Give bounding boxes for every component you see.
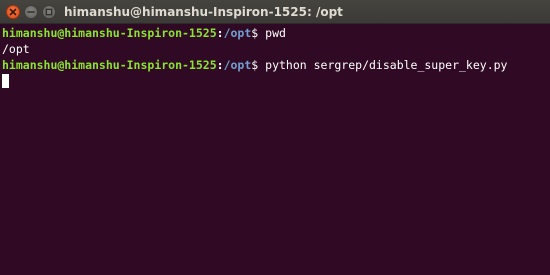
prompt-separator: : [216,58,224,72]
command-text: python sergrep/disable_super_key.py [265,58,508,72]
minimize-icon [27,11,35,13]
maximize-button[interactable] [42,5,56,19]
prompt-user-host: himanshu@himanshu-Inspiron-1525 [2,26,217,40]
terminal-output[interactable]: himanshu@himanshu-Inspiron-1525:/opt$ pw… [0,24,550,275]
terminal-line: himanshu@himanshu-Inspiron-1525:/opt$ pw… [2,25,548,41]
terminal-line: himanshu@himanshu-Inspiron-1525:/opt$ py… [2,57,548,73]
text-cursor [2,74,9,88]
close-button[interactable] [6,5,20,19]
window-title: himanshu@himanshu-Inspiron-1525: /opt [64,5,343,19]
maximize-icon [45,8,53,16]
command-output: /opt [2,42,30,56]
prompt-separator: : [216,26,224,40]
close-icon [9,8,17,16]
prompt-path: /opt [223,58,252,72]
terminal-line [2,73,548,89]
prompt-user-host: himanshu@himanshu-Inspiron-1525 [2,58,217,72]
title-bar[interactable]: himanshu@himanshu-Inspiron-1525: /opt [0,0,550,24]
minimize-button[interactable] [24,5,38,19]
prompt-symbol: $ [251,58,266,72]
terminal-line: /opt [2,41,548,57]
prompt-symbol: $ [251,26,266,40]
prompt-path: /opt [223,26,252,40]
terminal-window: himanshu@himanshu-Inspiron-1525: /opt hi… [0,0,550,275]
command-text: pwd [265,26,286,40]
